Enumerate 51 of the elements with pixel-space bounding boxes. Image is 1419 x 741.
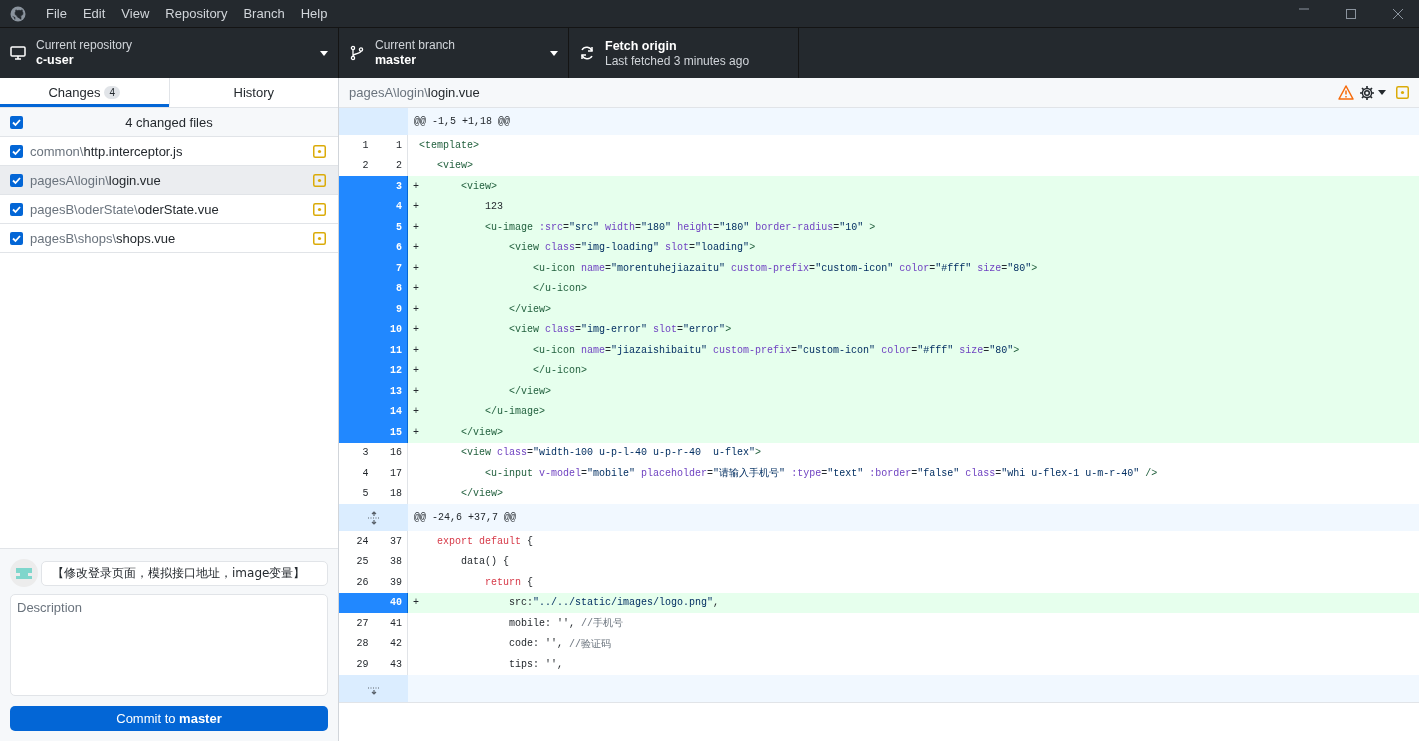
minimize-icon	[1298, 7, 1310, 10]
code-line: <view>	[436, 159, 474, 174]
code-line: </view>	[460, 487, 504, 502]
code-line: <template>	[418, 138, 480, 153]
commit-button[interactable]: Commit to master	[10, 706, 328, 731]
summary-field[interactable]: 【修改登录页面，模拟接口地址，image变量】	[41, 560, 328, 586]
github-logo-icon	[10, 5, 26, 22]
checkbox[interactable]	[10, 202, 23, 216]
code-line: export default {	[436, 534, 535, 549]
menu-item[interactable]: Branch	[235, 6, 293, 21]
file-list-item[interactable]: pagesA\login\login.vue	[0, 166, 338, 195]
caret-icon	[550, 50, 558, 56]
modified-icon	[313, 173, 326, 187]
menu-item[interactable]: View	[113, 6, 158, 21]
code-line: code: '', //验证码	[508, 637, 613, 652]
code-line: return {	[484, 575, 535, 590]
code-line: mobile: '', //手机号	[508, 616, 625, 632]
code-line: tips: '',	[508, 657, 565, 672]
maximize-icon	[1345, 7, 1357, 20]
menu-item[interactable]: Help	[292, 6, 336, 21]
expand-icon[interactable]	[366, 510, 381, 525]
code-line: <u-input v-model="mobile" placeholder="请输入手机号" :type="text" :border="false" class="whi u-flex-1 u-m-r-40" />	[484, 466, 1159, 482]
code-line: data() {	[460, 555, 510, 570]
avatar	[10, 559, 38, 587]
gear-icon	[1359, 84, 1375, 101]
menu-item[interactable]: Repository	[157, 6, 236, 21]
changed-files-count: 4 changed files	[124, 114, 214, 130]
checkbox[interactable]	[10, 173, 23, 187]
modified-icon	[313, 144, 326, 158]
count-badge: 4	[104, 85, 121, 99]
sync-icon	[579, 45, 595, 61]
menu-item[interactable]: Edit	[74, 6, 114, 21]
caret-icon	[1378, 90, 1386, 95]
description-field[interactable]: Description	[10, 594, 328, 696]
code-line: <view class="width-100 u-p-l-40 u-p-r-40 u-flex">	[460, 446, 763, 461]
modified-icon	[313, 231, 326, 245]
modified-icon	[1396, 86, 1409, 99]
warning-icon	[1338, 85, 1354, 100]
hunk-header: @@ -1,5 +1,18 @@	[408, 108, 1419, 135]
file-path: pagesA\login\login.vue	[349, 85, 480, 100]
hunk-header: @@ -24,6 +37,7 @@	[408, 504, 1419, 531]
checkbox[interactable]	[10, 144, 23, 158]
close-icon	[1392, 7, 1404, 20]
monitor-icon	[10, 45, 26, 61]
branch-icon	[349, 45, 365, 61]
checkbox[interactable]	[10, 231, 23, 245]
modified-icon	[313, 202, 326, 216]
caret-icon	[320, 50, 328, 56]
checkbox[interactable]	[10, 115, 23, 129]
menu-item[interactable]: File	[38, 6, 75, 21]
line-gutter[interactable]	[339, 592, 374, 613]
